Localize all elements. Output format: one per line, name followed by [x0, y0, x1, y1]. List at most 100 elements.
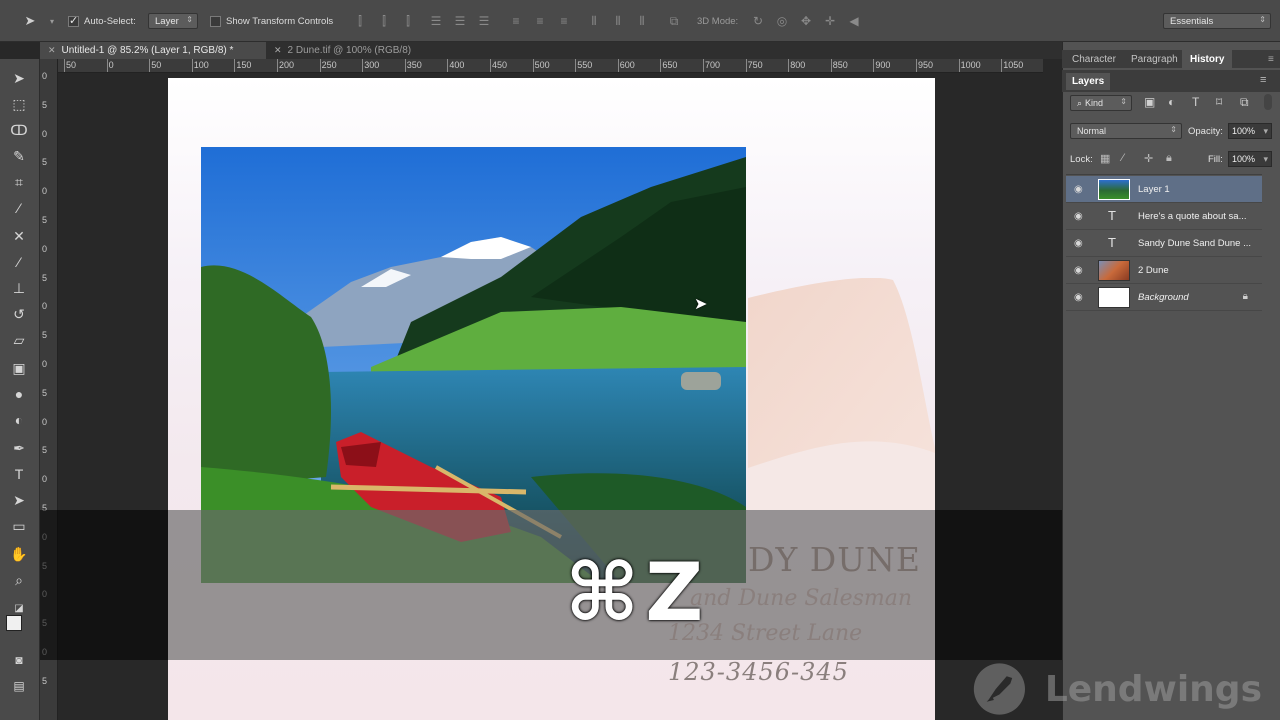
- history-brush-tool-icon[interactable]: ↺: [8, 303, 30, 325]
- marquee-tool-icon[interactable]: ⬚: [8, 93, 30, 115]
- distribute-top-icon[interactable]: ≡: [508, 13, 524, 29]
- distribute-hcenter-icon[interactable]: ⫴: [610, 13, 626, 29]
- align-left-icon[interactable]: ☰: [428, 13, 444, 29]
- eraser-tool-icon[interactable]: ▱: [8, 329, 30, 351]
- layer-row-quote-text[interactable]: ◉ T Here's a quote about sa...: [1066, 203, 1262, 230]
- chevron-down-icon[interactable]: ▾: [44, 13, 60, 29]
- lock-all-icon[interactable]: 🔒︎: [1166, 152, 1172, 165]
- tab-history[interactable]: History: [1182, 50, 1233, 68]
- show-transform-checkbox[interactable]: Show Transform Controls: [210, 12, 333, 30]
- filter-kind-dropdown[interactable]: ⌕ Kind: [1070, 95, 1132, 111]
- close-icon[interactable]: ✕: [48, 45, 56, 56]
- layer-row-layer-1[interactable]: ◉ Layer 1: [1066, 176, 1262, 203]
- filter-smart-object-icon[interactable]: ⧉: [1240, 95, 1249, 110]
- align-right-icon[interactable]: ☰: [476, 13, 492, 29]
- type-tool-icon[interactable]: T: [8, 463, 30, 485]
- filter-adjustment-icon[interactable]: ◐: [1168, 95, 1175, 109]
- shape-tool-icon[interactable]: ▭: [8, 515, 30, 537]
- ruler-label: 1000: [960, 60, 981, 70]
- dodge-tool-icon[interactable]: ◐: [8, 409, 30, 431]
- stamp-tool-icon[interactable]: ⊥: [8, 277, 30, 299]
- distribute-left-icon[interactable]: ⫴: [586, 13, 602, 29]
- gradient-tool-icon[interactable]: ▣: [8, 357, 30, 379]
- filter-pixel-icon[interactable]: ▣: [1144, 95, 1155, 109]
- tab-character[interactable]: Character: [1064, 50, 1124, 68]
- workspace-value[interactable]: Essentials: [1163, 13, 1271, 29]
- watermark-text: Lendwings: [1044, 668, 1262, 710]
- eye-icon[interactable]: ◉: [1074, 238, 1083, 249]
- eye-icon[interactable]: ◉: [1074, 292, 1083, 303]
- eye-icon[interactable]: ◉: [1074, 184, 1083, 195]
- blend-mode-value[interactable]: Normal: [1070, 123, 1182, 139]
- lasso-tool-icon[interactable]: ↀ: [8, 119, 30, 141]
- eye-icon[interactable]: ◉: [1074, 211, 1083, 222]
- auto-select-value[interactable]: Layer: [148, 13, 198, 29]
- checkbox-checked-icon[interactable]: [68, 14, 79, 27]
- quick-select-tool-icon[interactable]: ✎: [8, 145, 30, 167]
- distribute-right-icon[interactable]: ⫴: [634, 13, 650, 29]
- layer-row-background[interactable]: ◉ Background 🔒︎: [1066, 284, 1262, 311]
- brush-tool-icon[interactable]: ⁄: [8, 251, 30, 273]
- layer-thumbnail: [1098, 179, 1130, 200]
- lock-position-icon[interactable]: ✛: [1144, 152, 1153, 165]
- align-vcenter-icon[interactable]: ⫿: [376, 13, 392, 29]
- foreground-color-swatch[interactable]: [6, 615, 22, 631]
- distribute-vcenter-icon[interactable]: ≡: [532, 13, 548, 29]
- lock-transparent-icon[interactable]: ▦: [1100, 152, 1110, 165]
- ruler-tick: [362, 59, 364, 72]
- chevron-down-icon[interactable]: ▾: [1263, 154, 1268, 165]
- dune-layer[interactable]: [748, 278, 935, 510]
- scale-3d-icon[interactable]: ◀: [846, 13, 862, 29]
- move-tool-icon[interactable]: ➤: [8, 67, 30, 89]
- workspace-dropdown[interactable]: Essentials: [1163, 12, 1271, 30]
- opacity-input[interactable]: 100% ▾: [1228, 123, 1272, 139]
- auto-select-checkbox[interactable]: Auto-Select:: [68, 12, 136, 30]
- drag-3d-icon[interactable]: ✥: [798, 13, 814, 29]
- checkbox-unchecked-icon[interactable]: [210, 15, 221, 27]
- layer-row-sandy-dune-text[interactable]: ◉ T Sandy Dune Sand Dune ...: [1066, 230, 1262, 257]
- filter-kind-field[interactable]: ⌕ Kind: [1070, 95, 1132, 111]
- eyedropper-tool-icon[interactable]: ⁄: [8, 197, 30, 219]
- auto-select-dropdown[interactable]: Layer: [148, 12, 198, 30]
- ruler-label: 100: [193, 60, 209, 70]
- pen-tool-icon[interactable]: ✒: [8, 437, 30, 459]
- distribute-bottom-icon[interactable]: ≡: [556, 13, 572, 29]
- doc-name-text: DY DUNE: [748, 540, 921, 579]
- hand-tool-icon[interactable]: ✋: [8, 543, 30, 565]
- ruler-horizontal[interactable]: 50 0 50 100 150 200 250 300 350 400 450 500 550 600 65…: [58, 59, 1043, 73]
- chevron-down-icon[interactable]: ▾: [1263, 126, 1268, 137]
- crop-tool-icon[interactable]: ⌗: [8, 171, 30, 193]
- ruler-tick: [1001, 59, 1003, 72]
- rotate-3d-icon[interactable]: ↻: [750, 13, 766, 29]
- align-bottom-icon[interactable]: ⫿: [400, 13, 416, 29]
- filter-type-icon[interactable]: T: [1192, 95, 1199, 109]
- move-tool-preset-icon[interactable]: ➤: [22, 13, 38, 29]
- blur-tool-icon[interactable]: ●: [8, 383, 30, 405]
- eye-icon[interactable]: ◉: [1074, 265, 1083, 276]
- fill-input[interactable]: 100% ▾: [1228, 151, 1272, 167]
- zoom-tool-icon[interactable]: ⌕: [8, 569, 30, 591]
- blend-mode-dropdown[interactable]: Normal: [1070, 123, 1182, 139]
- quick-mask-icon[interactable]: ◙: [8, 649, 30, 671]
- healing-tool-icon[interactable]: ✕: [8, 225, 30, 247]
- layers-menu-icon[interactable]: ≡: [1260, 74, 1266, 86]
- panel-menu-icon[interactable]: ≡: [1260, 50, 1280, 68]
- close-icon[interactable]: ✕: [274, 45, 282, 56]
- tab-layers[interactable]: Layers: [1066, 73, 1111, 90]
- layer-row-2-dune[interactable]: ◉ 2 Dune: [1066, 257, 1262, 284]
- tab-paragraph[interactable]: Paragraph: [1123, 50, 1186, 68]
- filter-shape-icon[interactable]: ⌑: [1216, 95, 1222, 109]
- lock-label: Lock:: [1070, 154, 1093, 165]
- lock-image-icon[interactable]: ⁄: [1122, 152, 1124, 164]
- roll-3d-icon[interactable]: ◎: [774, 13, 790, 29]
- doc-phone-text: 123-3456-345: [668, 658, 849, 686]
- align-hcenter-icon[interactable]: ☰: [452, 13, 468, 29]
- path-select-tool-icon[interactable]: ➤: [8, 489, 30, 511]
- align-top-icon[interactable]: ⫿: [352, 13, 368, 29]
- filter-toggle[interactable]: [1264, 94, 1272, 110]
- tab-untitled-1[interactable]: ✕ Untitled-1 @ 85.2% (Layer 1, RGB/8) *: [40, 42, 266, 59]
- auto-align-icon[interactable]: ⧉: [666, 13, 682, 29]
- screen-mode-icon[interactable]: ▤: [8, 675, 30, 697]
- tab-2-dune[interactable]: ✕ 2 Dune.tif @ 100% (RGB/8): [266, 42, 446, 59]
- slide-3d-icon[interactable]: ✛: [822, 13, 838, 29]
